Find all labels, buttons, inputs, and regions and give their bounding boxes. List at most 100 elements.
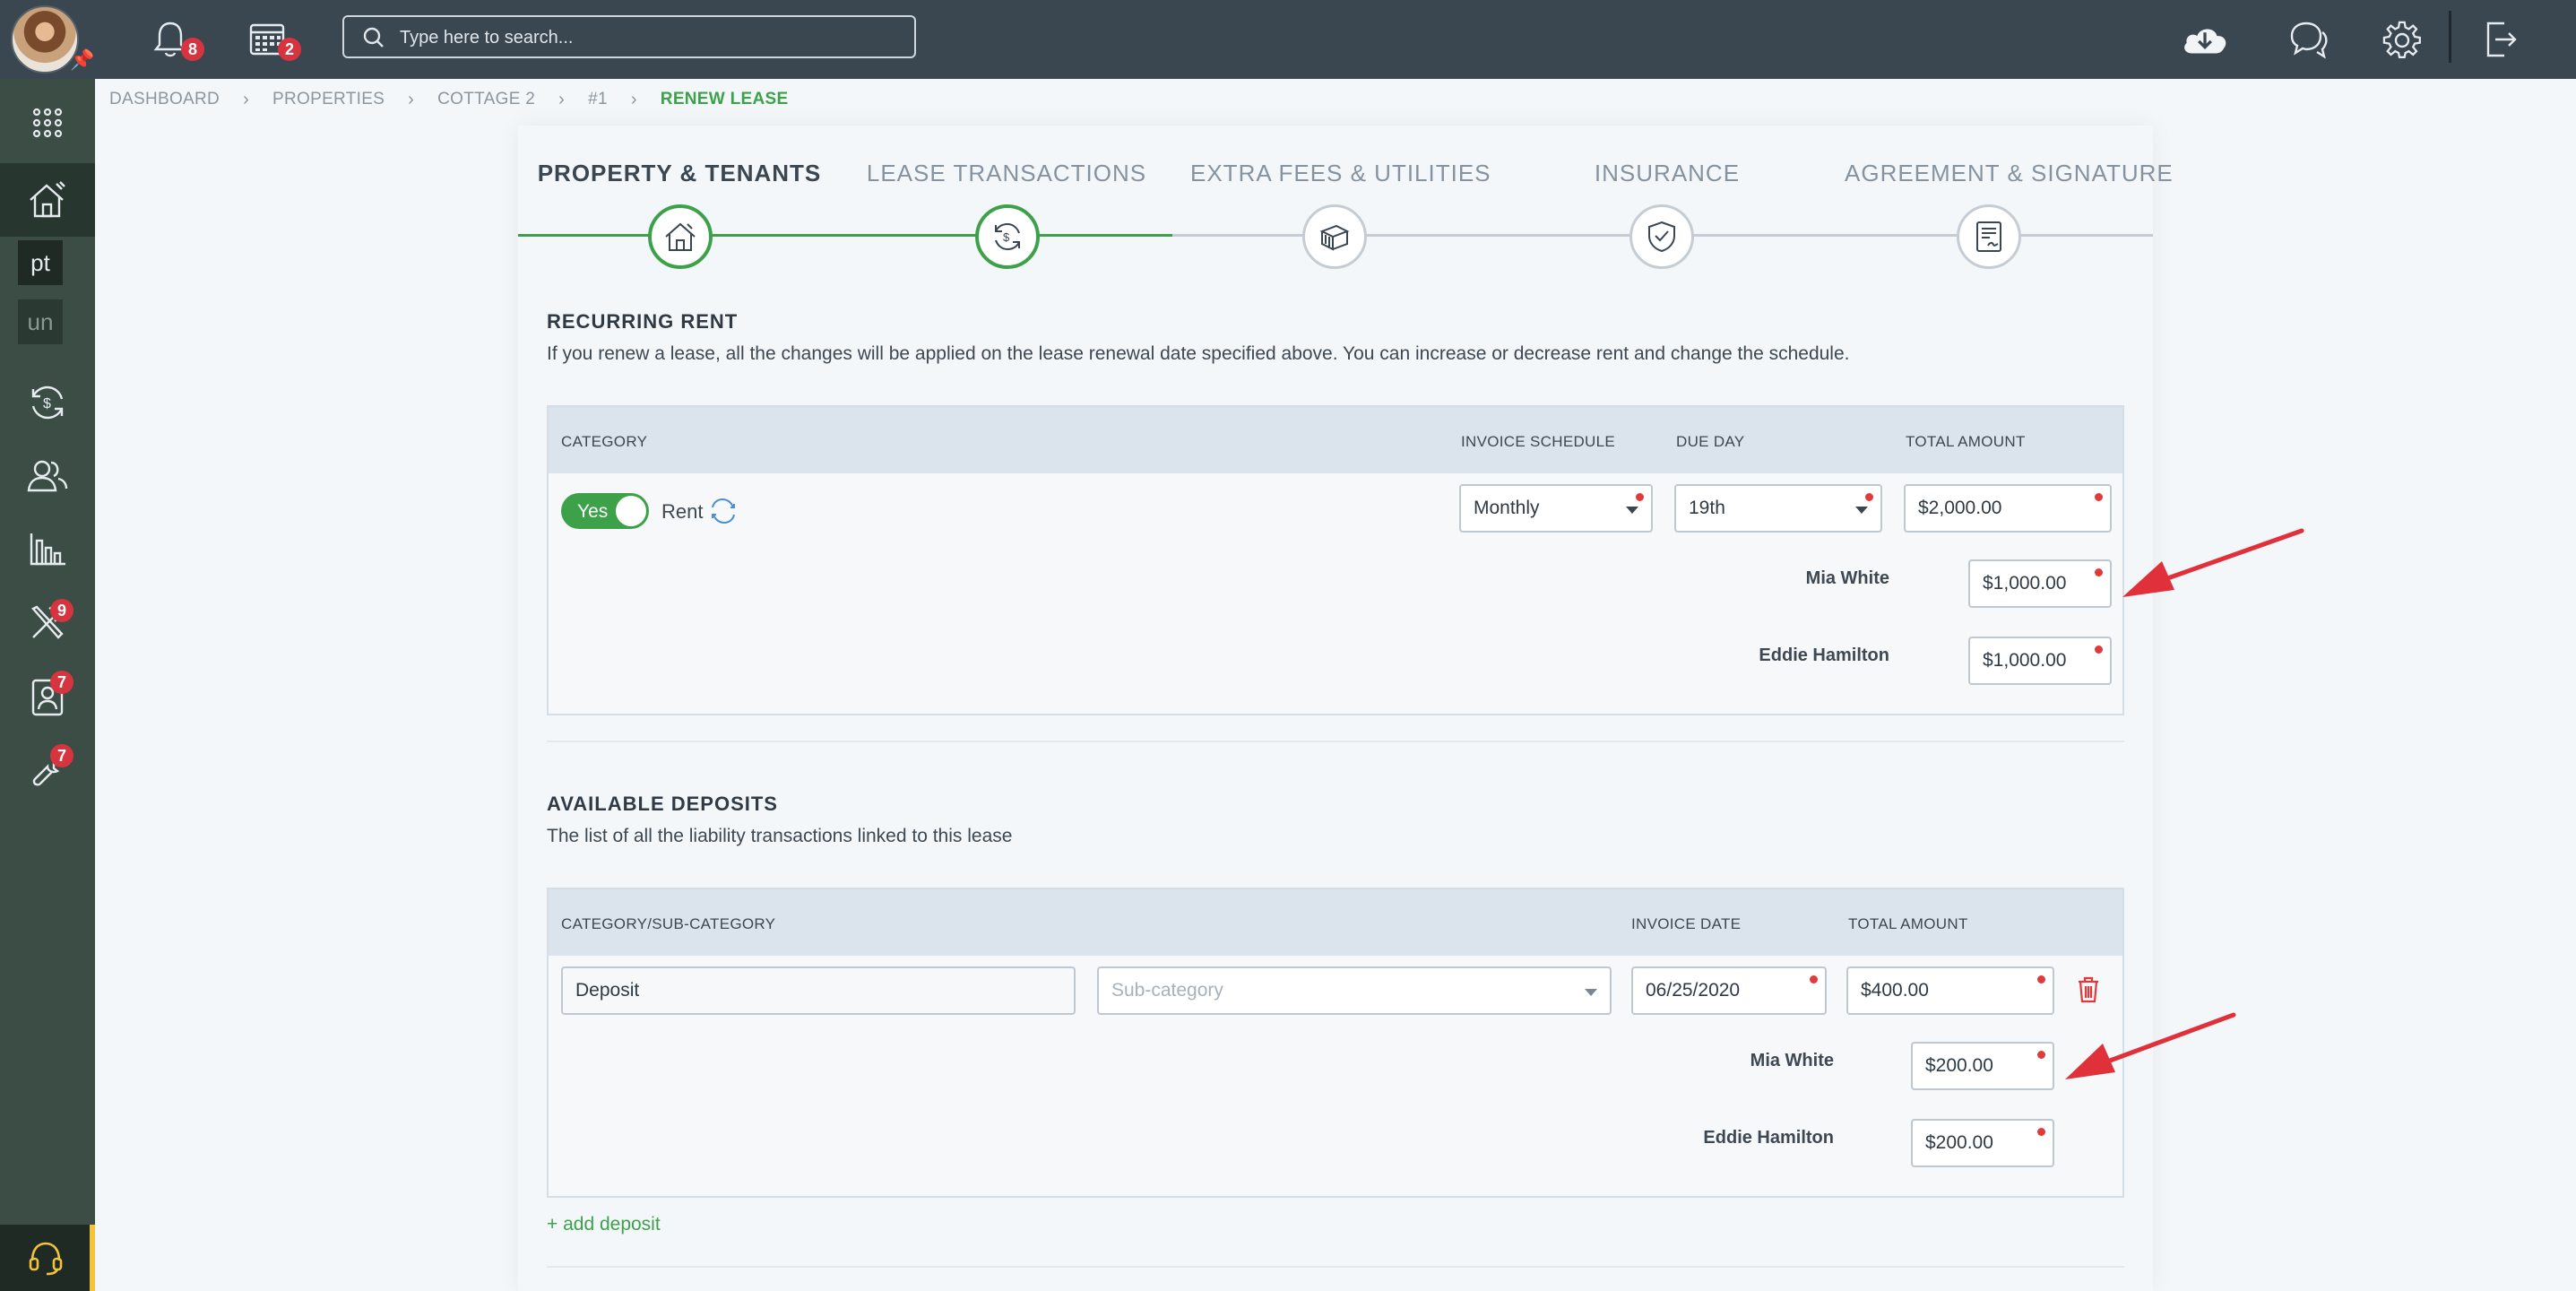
- invoice-date-input[interactable]: [1646, 980, 1812, 1001]
- sidebar-item-un[interactable]: un: [18, 299, 63, 344]
- cloud-download-button[interactable]: [2180, 14, 2230, 65]
- chat-icon: [2290, 22, 2328, 59]
- house-icon: [30, 181, 65, 218]
- due-day-select[interactable]: 19th: [1674, 484, 1882, 533]
- rent-row: Yes Rent Monthly 19th Mia: [549, 473, 2122, 714]
- contract-icon: [1976, 221, 2001, 252]
- tenant-deposit-amount-field[interactable]: [1911, 1119, 2054, 1167]
- deposit-total-amount-field[interactable]: [1846, 966, 2054, 1015]
- invoice-date-field[interactable]: [1631, 966, 1827, 1015]
- header-category-subcategory: CATEGORY/SUB-CATEGORY: [561, 915, 776, 932]
- step-circle-insurance[interactable]: [1629, 204, 1694, 269]
- sidebar-item-maintenance[interactable]: 9: [0, 588, 95, 658]
- step-circle-fees[interactable]: [1302, 204, 1367, 269]
- recurring-rent-title: RECURRING RENT: [547, 310, 739, 333]
- tenant-rent-amount-field[interactable]: [1968, 559, 2112, 608]
- rent-total-amount-input[interactable]: [1918, 498, 2097, 519]
- deposit-row: Deposit Sub-category Mia White: [549, 956, 2122, 1196]
- tenant-name: Mia White: [1750, 1051, 1834, 1070]
- chevron-down-icon: [1626, 507, 1638, 514]
- required-indicator: [2095, 493, 2103, 501]
- deposit-category-field[interactable]: Deposit: [561, 966, 1076, 1015]
- rent-toggle[interactable]: Yes: [561, 493, 649, 529]
- calendar-badge: 2: [278, 38, 301, 61]
- add-deposit-link[interactable]: + add deposit: [547, 1214, 661, 1235]
- tenant-rent-amount-input[interactable]: [1983, 573, 2097, 594]
- breadcrumb-unit[interactable]: #1: [588, 90, 608, 109]
- sidebar-item-contacts[interactable]: 7: [0, 662, 95, 732]
- step-lease-transactions[interactable]: LEASE TRANSACTIONS: [863, 160, 1150, 187]
- sidebar-item-tenants[interactable]: [0, 441, 95, 511]
- header-invoice-schedule: INVOICE SCHEDULE: [1461, 433, 1616, 450]
- pin-icon[interactable]: 📌: [70, 48, 94, 72]
- logout-icon: [2486, 22, 2517, 57]
- subcategory-select[interactable]: Sub-category: [1097, 966, 1612, 1015]
- sidebar-item-properties[interactable]: [0, 163, 95, 237]
- tenant-deposit-amount-input[interactable]: [1925, 1055, 2040, 1077]
- step-extra-fees[interactable]: EXTRA FEES & UTILITIES: [1190, 160, 1491, 187]
- section-divider: [547, 741, 2124, 742]
- house-key-icon: [665, 222, 696, 251]
- toggle-label: Yes: [577, 501, 609, 522]
- top-divider: [2449, 11, 2451, 63]
- step-agreement[interactable]: AGREEMENT & SIGNATURE: [1845, 160, 2173, 187]
- headset-icon: [29, 1242, 63, 1276]
- search-box[interactable]: [342, 15, 916, 58]
- chat-button[interactable]: [2284, 14, 2334, 65]
- calendar-button[interactable]: 2: [242, 14, 301, 65]
- renew-lease-card: PROPERTY & TENANTS LEASE TRANSACTIONS EX…: [518, 126, 2173, 1291]
- breadcrumb-properties[interactable]: PROPERTIES: [272, 90, 385, 109]
- header-due-day: DUE DAY: [1676, 433, 1745, 450]
- sidebar-item-transactions[interactable]: $: [0, 368, 95, 438]
- recurring-rent-header: CATEGORY INVOICE SCHEDULE DUE DAY TOTAL …: [549, 407, 2122, 473]
- tenant-deposit-amount-field[interactable]: [1911, 1042, 2054, 1090]
- breadcrumb-dashboard[interactable]: DASHBOARD: [109, 90, 220, 109]
- trash-icon[interactable]: [2076, 975, 2101, 1004]
- header-invoice-date: INVOICE DATE: [1631, 915, 1742, 932]
- required-indicator: [2095, 568, 2103, 576]
- invoice-schedule-select[interactable]: Monthly: [1459, 484, 1653, 533]
- deposits-table: CATEGORY/SUB-CATEGORY INVOICE DATE TOTAL…: [547, 888, 2124, 1198]
- toggle-knob: [616, 496, 646, 526]
- tenant-name: Eddie Hamilton: [1759, 646, 1889, 665]
- available-deposits-description: The list of all the liability transactio…: [547, 826, 1013, 846]
- settings-button[interactable]: [2377, 14, 2427, 65]
- step-property-tenants[interactable]: PROPERTY & TENANTS: [536, 160, 823, 187]
- svg-text:$: $: [43, 396, 51, 412]
- money-cycle-icon: $: [31, 386, 64, 420]
- search-icon: [363, 27, 384, 48]
- svg-text:$: $: [1003, 230, 1010, 244]
- support-button[interactable]: [0, 1225, 95, 1291]
- sidebar-item-pt[interactable]: pt: [18, 240, 63, 285]
- step-circle-transactions[interactable]: $: [975, 204, 1040, 269]
- section-divider: [547, 1266, 2124, 1268]
- search-input[interactable]: [400, 24, 902, 51]
- people-icon: [27, 460, 68, 492]
- tenant-name: Mia White: [1805, 568, 1889, 588]
- breadcrumb-property[interactable]: COTTAGE 2: [437, 90, 535, 109]
- chevron-down-icon: [1585, 989, 1597, 996]
- rent-total-amount-field[interactable]: [1904, 484, 2112, 533]
- gear-icon: [2382, 21, 2421, 58]
- tenant-deposit-amount-input[interactable]: [1925, 1132, 2040, 1154]
- contacts-badge: 7: [50, 671, 73, 694]
- subcategory-placeholder: Sub-category: [1111, 980, 1223, 1001]
- sidebar-item-apps[interactable]: [0, 88, 95, 158]
- notifications-button[interactable]: 8: [145, 14, 204, 65]
- required-indicator: [1865, 493, 1873, 501]
- step-circle-agreement[interactable]: [1957, 204, 2021, 269]
- sidebar-item-reports[interactable]: [0, 515, 95, 585]
- required-indicator: [2095, 646, 2103, 654]
- required-indicator: [2037, 1128, 2045, 1136]
- sidebar-item-tools[interactable]: 7: [0, 735, 95, 805]
- tenant-rent-amount-field[interactable]: [1968, 637, 2112, 685]
- user-avatar[interactable]: [11, 5, 79, 74]
- step-circle-property[interactable]: [648, 204, 713, 269]
- apps-grid-icon: [32, 108, 63, 138]
- logout-button[interactable]: [2476, 14, 2526, 65]
- deposit-total-amount-input[interactable]: [1861, 980, 2040, 1001]
- money-cycle-icon: $: [995, 222, 1020, 251]
- tenant-rent-amount-input[interactable]: [1983, 650, 2097, 671]
- annotation-arrow: [2065, 1012, 2236, 1079]
- step-insurance[interactable]: INSURANCE: [1524, 160, 1811, 187]
